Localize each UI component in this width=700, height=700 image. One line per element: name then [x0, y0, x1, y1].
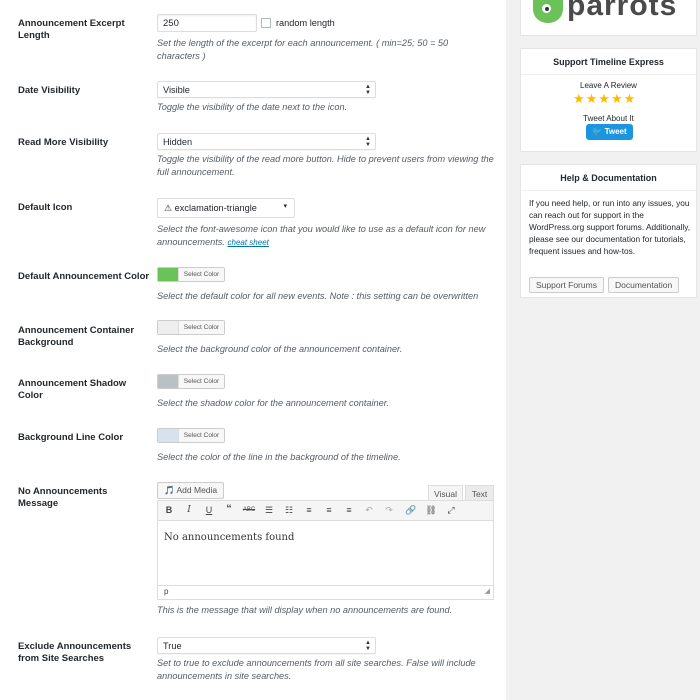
select-color-label: Select Color — [178, 268, 224, 281]
excerpt-length-input[interactable]: 250 — [157, 14, 257, 32]
bullet-list-icon[interactable]: ☰ — [262, 505, 276, 516]
cheat-sheet-link[interactable]: cheat sheet — [228, 238, 269, 247]
selected-value: Hidden — [163, 137, 193, 147]
tweet-about-label: Tweet About It — [583, 114, 634, 123]
description-text: Select the font-awesome icon that you wo… — [157, 224, 486, 247]
fullscreen-icon[interactable]: ⤢ — [444, 505, 458, 516]
documentation-button[interactable]: Documentation — [608, 277, 680, 293]
help-title: Help & Documentation — [521, 165, 696, 191]
element-path: p — [164, 587, 169, 596]
leave-review-label: Leave A Review — [580, 81, 637, 90]
container-background-picker[interactable]: Select Color — [157, 320, 225, 335]
field-label: Announcement Container Background — [18, 325, 135, 348]
editor-status-bar: p ◢ — [157, 586, 494, 600]
help-box: Help & Documentation If you need help, o… — [520, 164, 697, 298]
twitter-bird-icon: 🐦 — [592, 127, 603, 136]
underline-icon[interactable]: U — [202, 505, 216, 515]
date-visibility-select[interactable]: Visible ▲ ▼ — [157, 81, 376, 98]
support-title: Support Timeline Express — [521, 49, 696, 75]
logo-text: parrots — [567, 0, 678, 22]
field-label: Background Line Color — [18, 432, 124, 443]
field-description: Select the default color for all new eve… — [157, 291, 479, 301]
bold-icon[interactable]: B — [162, 505, 176, 515]
undo-icon[interactable]: ↶ — [362, 505, 376, 516]
field-description: Select the background color of the annou… — [157, 344, 403, 354]
field-label: Announcement Excerpt Length — [18, 18, 125, 41]
editor-toolbar: B I U “ ABC ☰ ☷ ≡ ≡ ≡ ↶ ↷ 🔗 ⛓ ⤢ — [157, 500, 494, 521]
color-swatch — [158, 268, 178, 281]
random-length-label: random length — [276, 18, 335, 28]
sidebar: parrots Support Timeline Express Leave A… — [520, 0, 697, 700]
italic-icon[interactable]: I — [182, 505, 196, 515]
link-icon[interactable]: 🔗 — [404, 505, 418, 516]
select-arrows-icon: ▲ ▼ — [365, 136, 371, 148]
strikethrough-icon[interactable]: ABC — [242, 507, 256, 513]
selected-value: Visible — [163, 85, 190, 95]
support-box: Support Timeline Express Leave A Review … — [520, 48, 697, 152]
field-description: Toggle the visibility of the read more b… — [157, 154, 494, 177]
align-left-icon[interactable]: ≡ — [302, 505, 316, 515]
parrot-logo-icon — [533, 0, 563, 23]
caret-down-icon: ▾ — [283, 203, 287, 210]
add-media-label: Add Media — [176, 485, 218, 495]
select-color-label: Select Color — [178, 429, 224, 442]
select-arrows-icon: ▲ ▼ — [365, 84, 371, 96]
redo-icon[interactable]: ↷ — [382, 505, 396, 516]
color-swatch — [158, 375, 178, 388]
field-description: Toggle the visibility of the date next t… — [157, 102, 348, 112]
resize-handle-icon[interactable]: ◢ — [485, 587, 490, 595]
tweet-button-label: Tweet — [604, 127, 627, 136]
logo-box: parrots — [520, 0, 697, 36]
align-center-icon[interactable]: ≡ — [322, 505, 336, 515]
field-label: Exclude Announcements from Site Searches — [18, 641, 132, 664]
field-description: Select the color of the line in the back… — [157, 452, 401, 462]
rating-stars-icon[interactable]: ★★★★★ — [573, 91, 636, 107]
align-right-icon[interactable]: ≡ — [342, 505, 356, 515]
blockquote-icon[interactable]: “ — [222, 503, 236, 515]
tweet-button[interactable]: 🐦 Tweet — [586, 124, 633, 140]
field-description: Select the font-awesome icon that you wo… — [157, 223, 487, 249]
exclude-search-select[interactable]: True ▲ ▼ — [157, 637, 376, 654]
field-label: Read More Visibility — [18, 137, 109, 148]
add-media-button[interactable]: 🎵 Add Media — [157, 482, 225, 499]
settings-panel: Announcement Excerpt Length 250 random l… — [0, 0, 506, 700]
color-swatch — [158, 321, 178, 334]
default-icon-picker[interactable]: ⚠ exclamation-triangle ▾ — [157, 198, 295, 218]
random-length-checkbox[interactable] — [261, 18, 271, 28]
default-color-picker[interactable]: Select Color — [157, 267, 225, 282]
field-description: Set the length of the excerpt for each a… — [157, 38, 449, 61]
field-label: Date Visibility — [18, 85, 81, 96]
shadow-color-picker[interactable]: Select Color — [157, 374, 225, 389]
select-arrows-icon: ▲ ▼ — [365, 640, 371, 652]
field-description: Set to true to exclude announcements fro… — [157, 658, 476, 681]
field-description: Select the shadow color for the announce… — [157, 398, 390, 408]
select-color-label: Select Color — [178, 375, 224, 388]
field-label: Default Announcement Color — [18, 271, 150, 282]
help-text: If you need help, or run into any issues… — [529, 198, 691, 256]
field-label: Default Icon — [18, 202, 73, 213]
field-label: Announcement Shadow Color — [18, 378, 127, 401]
unlink-icon[interactable]: ⛓ — [424, 505, 438, 516]
support-forums-button[interactable]: Support Forums — [529, 277, 604, 293]
line-color-picker[interactable]: Select Color — [157, 428, 225, 443]
color-swatch — [158, 429, 178, 442]
message-editor[interactable]: No announcements found — [157, 521, 494, 586]
field-label: No Announcements Message — [18, 486, 108, 509]
selected-icon-name: exclamation-triangle — [174, 203, 257, 213]
exclamation-triangle-icon: ⚠ — [164, 203, 173, 213]
read-more-visibility-select[interactable]: Hidden ▲ ▼ — [157, 133, 376, 150]
numbered-list-icon[interactable]: ☷ — [282, 505, 296, 516]
add-media-icon: 🎵 — [164, 485, 175, 495]
field-description: This is the message that will display wh… — [157, 605, 453, 615]
selected-value: True — [163, 641, 182, 651]
select-color-label: Select Color — [178, 321, 224, 334]
